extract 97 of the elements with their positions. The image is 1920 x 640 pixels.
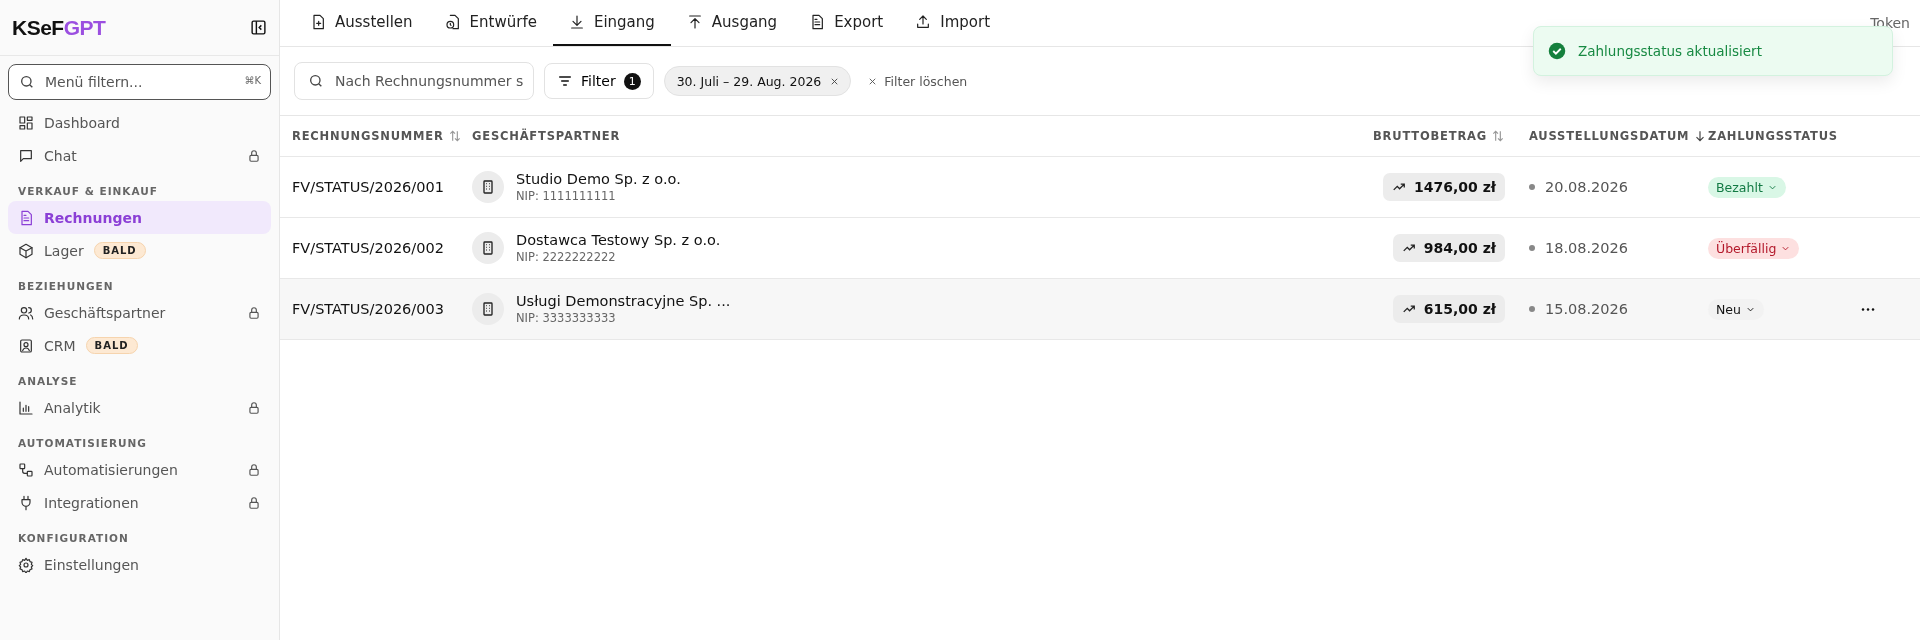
section-heading: BEZIEHUNGEN <box>17 279 115 294</box>
nav-item[interactable]: Integrationen <box>8 486 271 519</box>
nav-item[interactable]: CRM BALD <box>8 329 271 362</box>
nav-item[interactable]: Rechnungen <box>8 201 271 234</box>
filter-button[interactable]: Filter 1 <box>544 63 654 99</box>
column-header[interactable]: AUSSTELLUNGSDATUM <box>1521 129 1708 143</box>
download-icon <box>568 14 585 30</box>
nav-item[interactable]: Geschäftspartner <box>8 296 271 329</box>
more-icon[interactable] <box>1860 306 1876 312</box>
partner-name: Usługi Demonstracyjne Sp. ... <box>516 293 731 309</box>
grid-icon <box>18 114 34 131</box>
soon-badge: BALD <box>93 242 146 259</box>
status-dropdown[interactable]: Überfällig <box>1708 237 1800 259</box>
bullet <box>1529 306 1535 312</box>
nav-item[interactable]: Lager BALD <box>8 234 271 267</box>
search-icon <box>19 74 35 90</box>
sort-icon <box>1491 129 1505 143</box>
filter-count: 1 <box>623 72 641 90</box>
search-icon <box>308 73 324 89</box>
section-heading: AUTOMATISIERUNG <box>17 436 148 451</box>
tab[interactable]: Import <box>899 0 1007 46</box>
invoice-number: FV/STATUS/2026/002 <box>292 240 445 256</box>
issue-date: 20.08.2026 <box>1545 179 1629 195</box>
nav-label: Integrationen <box>44 494 139 511</box>
nav-label: Dashboard <box>44 114 120 131</box>
bullet <box>1529 184 1535 190</box>
file-text-icon <box>809 14 826 30</box>
building-icon <box>472 293 504 325</box>
tab[interactable]: Entwürfe <box>428 0 553 46</box>
shortcut-hint: ⌘K <box>244 75 261 86</box>
nav-label: Automatisierungen <box>44 461 178 478</box>
column-header[interactable]: BRUTTOBETRAG <box>1370 129 1521 143</box>
plug-icon <box>18 494 34 511</box>
bullet <box>1529 245 1535 251</box>
chat-icon <box>18 147 34 164</box>
status-dropdown[interactable]: Bezahlt <box>1708 176 1786 198</box>
check-circle-icon <box>1548 42 1566 60</box>
toast-message: Zahlungsstatus aktualisiert <box>1578 43 1762 59</box>
nav-item[interactable]: Dashboard <box>8 106 271 139</box>
partner-nip: NIP: 2222222222 <box>516 250 617 264</box>
sidebar-toggle-icon[interactable] <box>250 19 267 36</box>
tab[interactable]: Eingang <box>552 0 671 46</box>
document-icon <box>18 209 34 226</box>
nav-label: Geschäftspartner <box>44 304 166 321</box>
building-icon <box>472 171 504 203</box>
nav-label: Lager <box>44 242 84 259</box>
nav-label: Chat <box>44 147 77 164</box>
section-heading: KONFIGURATION <box>17 531 130 546</box>
chip-label: 30. Juli – 29. Aug. 2026 <box>676 73 822 89</box>
partner-name: Dostawca Testowy Sp. z o.o. <box>516 232 721 248</box>
amount-pill: 1476,00 zł <box>1383 173 1505 201</box>
tab[interactable]: Export <box>793 0 900 46</box>
partner-nip: NIP: 3333333333 <box>516 311 617 325</box>
table-row[interactable]: FV/STATUS/2026/003 Usługi Demonstracyjne Sp. ... NIP: 3333333333 615,00 zł 15.08.2026 Neu <box>280 279 1920 340</box>
column-header[interactable]: ZAHLUNGSSTATUS <box>1708 129 1860 143</box>
nav-label: CRM <box>44 337 76 354</box>
building-icon <box>472 232 504 264</box>
status-dropdown[interactable]: Neu <box>1708 298 1764 320</box>
box-icon <box>18 242 34 259</box>
invoice-number: FV/STATUS/2026/001 <box>292 179 445 195</box>
issue-date: 15.08.2026 <box>1545 301 1629 317</box>
nav-label: Rechnungen <box>44 209 142 226</box>
nav-item[interactable]: Einstellungen <box>8 548 271 581</box>
date-range-chip[interactable]: 30. Juli – 29. Aug. 2026 <box>663 66 852 96</box>
tab[interactable]: Ausgang <box>670 0 794 46</box>
section-heading: ANALYSE <box>17 374 79 389</box>
contact-icon <box>18 337 34 354</box>
partner-nip: NIP: 1111111111 <box>516 189 617 203</box>
amount-pill: 984,00 zł <box>1392 234 1505 262</box>
bar-chart-icon <box>18 399 34 416</box>
upload-icon <box>686 14 703 30</box>
soon-badge: BALD <box>85 337 138 354</box>
issue-date: 18.08.2026 <box>1545 240 1629 256</box>
logo: KSeFGPT <box>12 15 106 40</box>
nav-item[interactable]: Chat <box>8 139 271 172</box>
file-clock-icon <box>444 14 461 30</box>
nav-label: Einstellungen <box>44 556 139 573</box>
column-header[interactable]: GESCHÄFTSPARTNER <box>472 129 1370 143</box>
invoice-number: FV/STATUS/2026/003 <box>292 301 445 317</box>
workflow-icon <box>18 461 34 478</box>
search-field[interactable]: Nach Rechnungsnummer s <box>294 62 534 100</box>
table-row[interactable]: FV/STATUS/2026/001 Studio Demo Sp. z o.o. NIP: 1111111111 1476,00 zł 20.08.2026 Bezahlt <box>280 157 1920 218</box>
amount-pill: 615,00 zł <box>1392 295 1505 323</box>
tab[interactable]: Ausstellen <box>294 0 429 46</box>
sort-icon <box>447 129 462 143</box>
column-header[interactable]: RECHNUNGSNUMMER <box>292 129 472 143</box>
clear-filters-button[interactable]: Filter löschen <box>861 72 974 90</box>
nav-item[interactable]: Analytik <box>8 391 271 424</box>
section-heading: VERKAUF & EINKAUF <box>17 184 159 199</box>
upload-tray-icon <box>915 14 932 30</box>
nav-label: Analytik <box>44 399 101 416</box>
partner-name: Studio Demo Sp. z o.o. <box>516 171 681 187</box>
filter-icon <box>557 73 573 89</box>
users-icon <box>18 304 34 321</box>
settings-icon <box>18 556 34 573</box>
file-plus-icon <box>310 14 326 30</box>
nav-item[interactable]: Automatisierungen <box>8 453 271 486</box>
